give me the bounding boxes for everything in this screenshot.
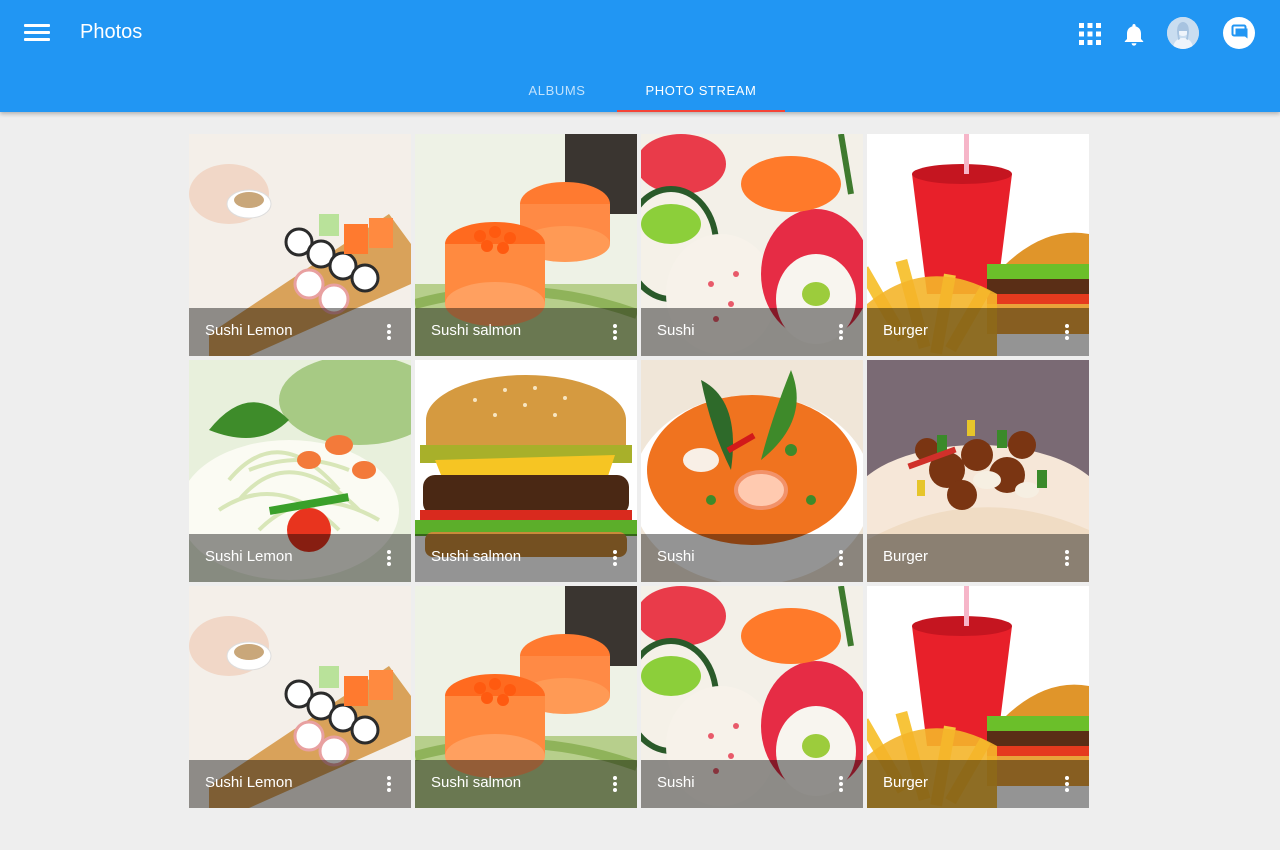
photo-caption: Sushi — [641, 534, 863, 582]
tab-photo-stream[interactable]: PHOTO STREAM — [617, 68, 785, 112]
photo-title: Sushi — [657, 774, 695, 791]
photo-title: Sushi salmon — [431, 548, 522, 565]
apps-icon[interactable] — [1074, 18, 1106, 50]
more-vert-icon[interactable] — [829, 772, 853, 796]
photo-title: Sushi Lemon — [205, 322, 293, 339]
photo-caption: Sushi salmon — [415, 534, 637, 582]
photo-title: Burger — [883, 774, 929, 791]
photo-title: Sushi — [657, 322, 695, 339]
page-title: Photos — [80, 21, 143, 43]
photo-caption: Sushi salmon — [415, 760, 637, 808]
more-vert-icon[interactable] — [377, 320, 401, 344]
photo-title: Sushi — [657, 548, 695, 565]
photo-caption: Sushi — [641, 308, 863, 356]
photo-caption: Burger — [867, 308, 1089, 356]
photo-tile[interactable]: Sushi salmon — [415, 586, 637, 808]
more-vert-icon[interactable] — [829, 546, 853, 570]
photo-title: Burger — [883, 322, 929, 339]
photo-tile[interactable]: Burger — [867, 586, 1089, 808]
photo-title: Sushi salmon — [431, 322, 522, 339]
app-bar: Photos ALBUMS PHOTO STREAM — [0, 0, 1280, 112]
photo-caption: Sushi Lemon — [189, 760, 411, 808]
photo-caption: Sushi salmon — [415, 308, 637, 356]
avatar[interactable] — [1167, 17, 1199, 49]
photo-tile[interactable]: Sushi — [641, 360, 863, 582]
more-vert-icon[interactable] — [603, 546, 627, 570]
photo-tile[interactable]: Sushi Lemon — [189, 586, 411, 808]
photo-tile[interactable]: Burger — [867, 134, 1089, 356]
chat-icon[interactable] — [1223, 17, 1255, 49]
photo-tile[interactable]: Sushi salmon — [415, 360, 637, 582]
notifications-icon[interactable] — [1118, 18, 1150, 50]
photo-tile[interactable]: Sushi Lemon — [189, 360, 411, 582]
tab-albums[interactable]: ALBUMS — [497, 68, 617, 112]
user-avatar-icon — [1167, 17, 1199, 49]
photo-caption: Sushi Lemon — [189, 308, 411, 356]
photo-caption: Burger — [867, 534, 1089, 582]
photo-tile[interactable]: Sushi salmon — [415, 134, 637, 356]
hamburger-menu-icon[interactable] — [22, 20, 52, 46]
photo-tile[interactable]: Sushi Lemon — [189, 134, 411, 356]
photo-title: Burger — [883, 548, 929, 565]
more-vert-icon[interactable] — [377, 772, 401, 796]
tab-bar: ALBUMS PHOTO STREAM — [497, 68, 785, 112]
more-vert-icon[interactable] — [1055, 320, 1079, 344]
photo-title: Sushi Lemon — [205, 774, 293, 791]
tab-photo-stream-label: PHOTO STREAM — [645, 82, 757, 98]
photo-caption: Sushi — [641, 760, 863, 808]
photo-title: Sushi salmon — [431, 774, 522, 791]
more-vert-icon[interactable] — [603, 772, 627, 796]
more-vert-icon[interactable] — [1055, 772, 1079, 796]
photo-tile[interactable]: Sushi — [641, 134, 863, 356]
more-vert-icon[interactable] — [377, 546, 401, 570]
photo-caption: Burger — [867, 760, 1089, 808]
photo-caption: Sushi Lemon — [189, 534, 411, 582]
tab-albums-label: ALBUMS — [528, 82, 586, 98]
photo-title: Sushi Lemon — [205, 548, 293, 565]
photo-tile[interactable]: Burger — [867, 360, 1089, 582]
more-vert-icon[interactable] — [1055, 546, 1079, 570]
more-vert-icon[interactable] — [829, 320, 853, 344]
photo-tile[interactable]: Sushi — [641, 586, 863, 808]
photo-grid: Sushi Lemon Sushi salmon Sushi Burger Su… — [189, 134, 1089, 808]
more-vert-icon[interactable] — [603, 320, 627, 344]
active-tab-indicator — [617, 110, 785, 112]
